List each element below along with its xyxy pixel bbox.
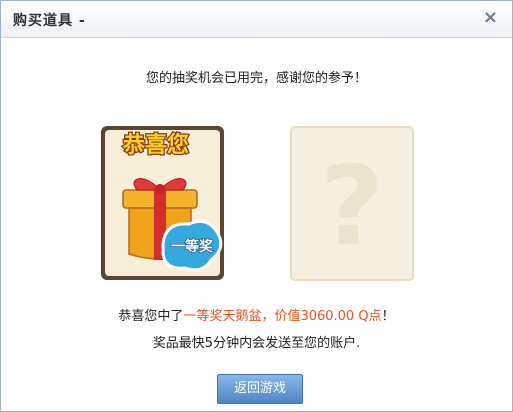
win-message: 恭喜您中了一等奖天鹅盆，价值3060.00 Q点！: [1, 305, 512, 324]
question-mark-icon: ?: [320, 142, 384, 270]
close-icon[interactable]: ×: [483, 8, 498, 28]
dialog-title: 购买道具 -: [13, 13, 86, 29]
prize-card: 恭喜您 一等奖: [101, 126, 224, 280]
congrats-banner: 恭喜您: [122, 132, 189, 158]
win-tier: 一等奖: [183, 309, 223, 324]
dialog-titlebar: 购买道具 - ×: [1, 1, 512, 38]
delivery-note: 奖品最快5分钟内会发送至您的账户.: [152, 336, 361, 351]
win-prefix: 恭喜您中了: [118, 309, 184, 324]
draw-exhausted-message: 您的抽奖机会已用完，感谢您的参予！: [145, 71, 367, 86]
first-prize-badge-label: 一等奖: [171, 238, 214, 255]
return-to-game-button[interactable]: 返回游戏: [217, 374, 303, 404]
win-suffix: ！: [381, 309, 395, 324]
purchase-dialog: 购买道具 - × 您的抽奖机会已用完，感谢您的参予！ 恭喜您 一等奖 ? 恭喜您…: [0, 0, 513, 412]
unrevealed-card: ?: [290, 126, 414, 281]
win-prize: 天鹅盆，价值3060.00 Q点: [222, 309, 382, 324]
